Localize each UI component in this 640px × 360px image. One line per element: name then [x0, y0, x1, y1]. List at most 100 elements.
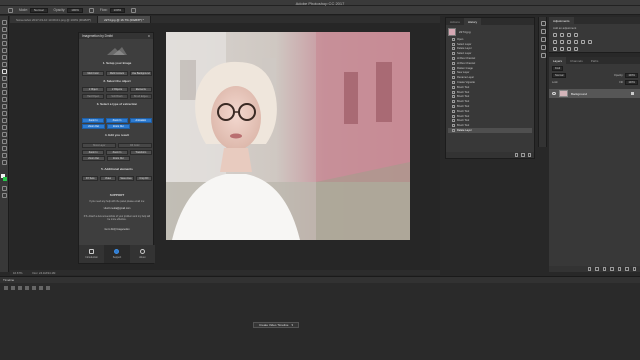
threshold-icon[interactable]	[567, 47, 571, 51]
actions-panel-icon[interactable]	[541, 29, 546, 34]
type-tool-icon[interactable]	[2, 125, 7, 130]
eyedropper-tool-icon[interactable]	[2, 55, 7, 60]
plugin-menu-icon[interactable]: ≡	[148, 34, 150, 38]
audio-icon[interactable]	[32, 286, 36, 290]
trash-icon[interactable]	[527, 153, 531, 157]
zoom-in-button[interactable]: Zoom In	[105, 118, 129, 123]
edit-zoom-in-button[interactable]: Zoom In	[82, 150, 105, 155]
zoom-level[interactable]: 16.67%	[13, 271, 23, 275]
use-background-button[interactable]: Use Background	[129, 71, 152, 76]
one-object-button[interactable]: 1 Object	[82, 87, 105, 92]
history-snapshot[interactable]: 2274.jpg	[448, 27, 532, 36]
document-image[interactable]	[166, 32, 410, 240]
opacity-input[interactable]: 100%	[67, 7, 83, 13]
brush-tool-icon[interactable]	[2, 69, 7, 74]
doc-tab-active[interactable]: 2274.jpg @ 16.7% (RGB/8*) *	[98, 16, 151, 23]
zoom-out-button[interactable]: Zoom Out	[106, 124, 130, 129]
black-white-icon[interactable]	[574, 40, 578, 44]
edit-zoom-out-button[interactable]: Zoom Out	[106, 156, 130, 161]
photo-filter-icon[interactable]	[581, 40, 585, 44]
color-balance-icon[interactable]	[567, 40, 571, 44]
screen-mode-icon[interactable]	[2, 193, 7, 198]
soft-brush-button[interactable]: Soft Brush	[105, 94, 129, 99]
quick-mask-icon[interactable]	[2, 186, 7, 191]
edit-zoom-out-button[interactable]: Zoom Out	[82, 156, 106, 161]
move-tool-icon[interactable]	[2, 20, 7, 25]
play-icon[interactable]	[18, 286, 22, 290]
crop-fill-button[interactable]: Crop Fill	[135, 176, 152, 181]
hair-object-button[interactable]: Hair/Object	[82, 94, 105, 99]
flow-input[interactable]: 100%	[109, 7, 126, 13]
path-select-tool-icon[interactable]	[2, 132, 7, 137]
mask-icon[interactable]	[602, 267, 606, 271]
gradient-tool-icon[interactable]	[2, 97, 7, 102]
history-panel-icon[interactable]	[541, 21, 546, 26]
marquee-tool-icon[interactable]	[2, 27, 7, 32]
zoom-tool-icon[interactable]	[2, 153, 7, 158]
zoom-in-button[interactable]: Zoom In	[82, 118, 105, 123]
invert-icon[interactable]	[553, 47, 557, 51]
posterize-icon[interactable]	[560, 47, 564, 51]
pressure-opacity-icon[interactable]	[88, 7, 94, 13]
crop-tool-icon[interactable]	[2, 48, 7, 53]
layer-row-background[interactable]: Background	[549, 89, 640, 98]
blur-tool-icon[interactable]	[2, 104, 7, 109]
shape-tool-icon[interactable]	[2, 139, 7, 144]
edit-zoom-in-button[interactable]: Zoom In	[105, 150, 129, 155]
fill-input[interactable]: 100%	[625, 80, 638, 85]
properties-panel-icon[interactable]	[541, 37, 546, 42]
gradient-map-icon[interactable]	[574, 47, 578, 51]
tab-channels[interactable]: Channels	[566, 57, 587, 64]
trash-icon[interactable]	[632, 267, 636, 271]
tab-paths[interactable]: Paths	[587, 57, 603, 64]
new-layer-icon[interactable]	[625, 267, 629, 271]
eye-icon[interactable]	[552, 92, 556, 95]
vibrance-icon[interactable]	[553, 40, 557, 44]
exposure-icon[interactable]	[574, 33, 578, 37]
more-tools-icon[interactable]	[2, 160, 7, 165]
settings-icon[interactable]	[39, 286, 43, 290]
intro-tab[interactable]: Introduction	[79, 245, 104, 263]
channel-mixer-icon[interactable]	[588, 40, 592, 44]
multi-content-button[interactable]: Multi Content	[105, 71, 129, 76]
tab-adjustments[interactable]: Adjustments	[549, 17, 574, 24]
info-panel-icon[interactable]	[541, 45, 546, 50]
dodge-tool-icon[interactable]	[2, 111, 7, 116]
mode-select[interactable]: Normal	[29, 7, 48, 13]
transform-button[interactable]: Transform	[129, 150, 152, 155]
link-icon[interactable]	[587, 267, 591, 271]
support-tab[interactable]: Support	[104, 245, 130, 263]
brush-edges-button[interactable]: Brush Edges	[129, 94, 152, 99]
airbrush-icon[interactable]	[131, 7, 137, 13]
camera-icon[interactable]	[521, 153, 525, 157]
clone-stamp-tool-icon[interactable]	[2, 76, 7, 81]
fx-sets-button[interactable]: FX Sets	[82, 176, 99, 181]
tab-history[interactable]: History	[463, 18, 482, 25]
layer-opacity-input[interactable]: 100%	[625, 73, 638, 78]
brush-preset-icon[interactable]	[8, 7, 13, 13]
brightness-icon[interactable]	[553, 33, 557, 37]
folder-icon[interactable]	[617, 267, 621, 271]
pen-tool-icon[interactable]	[2, 118, 7, 123]
create-video-timeline-button[interactable]: Create Video Timeline ▾	[253, 322, 299, 328]
blend-mode-select[interactable]: Normal	[552, 73, 567, 78]
doc-info[interactable]: Doc: 24.1M/24.1M	[33, 271, 56, 275]
prev-frame-icon[interactable]	[11, 286, 15, 290]
cut-icon[interactable]	[46, 286, 50, 290]
curves-icon[interactable]	[567, 33, 571, 37]
layer-kind-select[interactable]: Kind	[552, 66, 564, 71]
first-frame-icon[interactable]	[4, 286, 8, 290]
lasso-tool-icon[interactable]	[2, 34, 7, 39]
history-item[interactable]: Delete Layer	[448, 128, 532, 133]
adjustment-layer-icon[interactable]	[610, 267, 614, 271]
zoom-out-button[interactable]: Zoom Out	[82, 124, 106, 129]
history-brush-tool-icon[interactable]	[2, 83, 7, 88]
doc-tab[interactable]: Screenshot 2017-03-10 13.09.01.png @ 100…	[10, 16, 99, 23]
new-document-icon[interactable]	[514, 153, 518, 157]
elements-button[interactable]: Elements	[129, 87, 152, 92]
two-objects-button[interactable]: 2 Objects	[105, 87, 129, 92]
fx-icon[interactable]	[595, 267, 599, 271]
layer-name[interactable]: Background	[571, 92, 587, 96]
hand-tool-icon[interactable]	[2, 146, 7, 151]
levels-icon[interactable]	[560, 33, 564, 37]
